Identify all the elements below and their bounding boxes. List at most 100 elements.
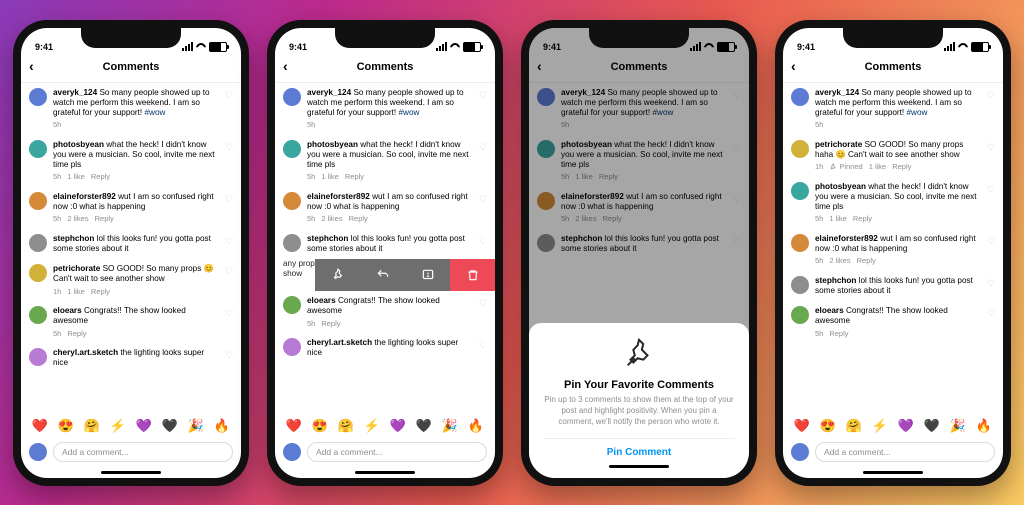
like-icon[interactable]: ♡ [225, 140, 233, 153]
like-icon[interactable]: ♡ [225, 88, 233, 101]
reply-action[interactable] [360, 259, 405, 291]
back-button[interactable]: ‹ [537, 58, 542, 74]
comment-username[interactable]: eloears [815, 306, 846, 315]
like-icon[interactable]: ♡ [479, 192, 487, 205]
comment-row[interactable]: stephchon lol this looks fun! you gotta … [529, 229, 749, 260]
reply-button[interactable]: Reply [345, 172, 364, 181]
like-icon[interactable]: ♡ [225, 348, 233, 361]
likes-count[interactable]: 1 like [829, 214, 847, 223]
hashtag-link[interactable]: #wow [652, 108, 673, 117]
like-icon[interactable]: ♡ [479, 140, 487, 153]
comment-username[interactable]: cheryl.art.sketch [307, 338, 374, 347]
like-icon[interactable]: ♡ [225, 192, 233, 205]
like-icon[interactable]: ♡ [987, 88, 995, 101]
like-icon[interactable]: ♡ [987, 182, 995, 195]
comment-username[interactable]: elaineforster892 [561, 192, 626, 201]
reply-button[interactable]: Reply [599, 172, 618, 181]
home-indicator[interactable] [355, 471, 415, 474]
emoji-option[interactable]: 🖤 [162, 418, 178, 434]
like-icon[interactable]: ♡ [479, 88, 487, 101]
comment-username[interactable]: cheryl.art.sketch [53, 348, 120, 357]
emoji-option[interactable]: ⚡ [364, 418, 380, 434]
comment-row[interactable]: eloears Congrats!! The show looked aweso… [783, 301, 1003, 343]
delete-action[interactable] [450, 259, 495, 291]
back-button[interactable]: ‹ [283, 58, 288, 74]
comment-row[interactable]: elaineforster892 wut I am so confused ri… [21, 187, 241, 229]
comments-list[interactable]: averyk_124 So many people showed up to w… [783, 83, 1003, 414]
emoji-option[interactable]: 🎉 [188, 418, 204, 434]
emoji-option[interactable]: 🤗 [84, 418, 100, 434]
comment-username[interactable]: photosbyean [307, 140, 360, 149]
comment-row[interactable]: cheryl.art.sketch the lighting looks sup… [275, 333, 495, 364]
comment-row[interactable]: elaineforster892 wut I am so confused ri… [275, 187, 495, 229]
likes-count[interactable]: 2 likes [575, 214, 596, 223]
reply-button[interactable]: Reply [603, 214, 622, 223]
emoji-option[interactable]: 🔥 [468, 418, 484, 434]
pin-action[interactable] [315, 259, 360, 291]
hashtag-link[interactable]: #wow [398, 108, 419, 117]
like-icon[interactable]: ♡ [733, 88, 741, 101]
comment-row[interactable]: averyk_124 So many people showed up to w… [529, 83, 749, 135]
likes-count[interactable]: 1 like [67, 172, 85, 181]
comments-list[interactable]: averyk_124 So many people showed up to w… [275, 83, 495, 414]
emoji-option[interactable]: 🔥 [976, 418, 992, 434]
comment-username[interactable]: photosbyean [561, 140, 614, 149]
comment-row[interactable]: photosbyean what the heck! I didn't know… [21, 135, 241, 187]
comment-row[interactable]: eloears Congrats!! The show looked aweso… [21, 301, 241, 343]
reply-button[interactable]: Reply [857, 256, 876, 265]
reply-button[interactable]: Reply [829, 329, 848, 338]
emoji-option[interactable]: ⚡ [872, 418, 888, 434]
comment-row[interactable]: petrichorate SO GOOD! So many props 😊 Ca… [21, 259, 241, 301]
comment-input[interactable]: Add a comment... [815, 442, 995, 462]
comment-row[interactable]: averyk_124 So many people showed up to w… [783, 83, 1003, 135]
emoji-option[interactable]: ⚡ [110, 418, 126, 434]
comment-row[interactable]: eloears Congrats!! The show looked aweso… [275, 291, 495, 333]
comment-row[interactable]: petrichorate SO GOOD! So many props haha… [783, 135, 1003, 177]
likes-count[interactable]: 2 likes [321, 214, 342, 223]
reply-button[interactable]: Reply [892, 162, 911, 171]
like-icon[interactable]: ♡ [479, 234, 487, 247]
emoji-option[interactable]: 🤗 [338, 418, 354, 434]
comment-username[interactable]: petrichorate [815, 140, 865, 149]
comment-username[interactable]: photosbyean [815, 182, 868, 191]
comment-row[interactable]: photosbyean what the heck! I didn't know… [783, 177, 1003, 229]
like-icon[interactable]: ♡ [987, 276, 995, 289]
comments-list[interactable]: averyk_124 So many people showed up to w… [21, 83, 241, 414]
home-indicator[interactable] [609, 465, 669, 468]
like-icon[interactable]: ♡ [225, 264, 233, 277]
comment-row[interactable]: averyk_124 So many people showed up to w… [21, 83, 241, 135]
likes-count[interactable]: 2 likes [829, 256, 850, 265]
comment-username[interactable]: averyk_124 [561, 88, 607, 97]
comment-username[interactable]: elaineforster892 [815, 234, 880, 243]
hashtag-link[interactable]: #wow [144, 108, 165, 117]
emoji-quickbar[interactable]: ❤️😍🤗⚡💜🖤🎉🔥 [783, 414, 1003, 438]
comment-row[interactable]: elaineforster892 wut I am so confused ri… [783, 229, 1003, 271]
like-icon[interactable]: ♡ [733, 192, 741, 205]
like-icon[interactable]: ♡ [479, 296, 487, 309]
emoji-quickbar[interactable]: ❤️😍🤗⚡💜🖤🎉🔥 [275, 414, 495, 438]
reply-button[interactable]: Reply [91, 287, 110, 296]
emoji-option[interactable]: 🎉 [442, 418, 458, 434]
back-button[interactable]: ‹ [791, 58, 796, 74]
home-indicator[interactable] [863, 471, 923, 474]
comment-row[interactable]: stephchon lol this looks fun! you gotta … [783, 271, 1003, 302]
like-icon[interactable]: ♡ [225, 234, 233, 247]
likes-count[interactable]: 1 like [321, 172, 339, 181]
like-icon[interactable]: ♡ [225, 306, 233, 319]
reply-button[interactable]: Reply [853, 214, 872, 223]
comment-username[interactable]: stephchon [53, 234, 97, 243]
like-icon[interactable]: ♡ [479, 338, 487, 351]
reply-button[interactable]: Reply [67, 329, 86, 338]
report-action[interactable] [405, 259, 450, 291]
comment-username[interactable]: averyk_124 [815, 88, 861, 97]
like-icon[interactable]: ♡ [733, 234, 741, 247]
reply-button[interactable]: Reply [91, 172, 110, 181]
emoji-option[interactable]: 🖤 [924, 418, 940, 434]
likes-count[interactable]: 2 likes [67, 214, 88, 223]
emoji-option[interactable]: 😍 [312, 418, 328, 434]
comment-row[interactable]: averyk_124 So many people showed up to w… [275, 83, 495, 135]
emoji-option[interactable]: 😍 [820, 418, 836, 434]
comment-username[interactable]: petrichorate [53, 264, 103, 273]
comment-input[interactable]: Add a comment... [53, 442, 233, 462]
comment-username[interactable]: stephchon [815, 276, 859, 285]
